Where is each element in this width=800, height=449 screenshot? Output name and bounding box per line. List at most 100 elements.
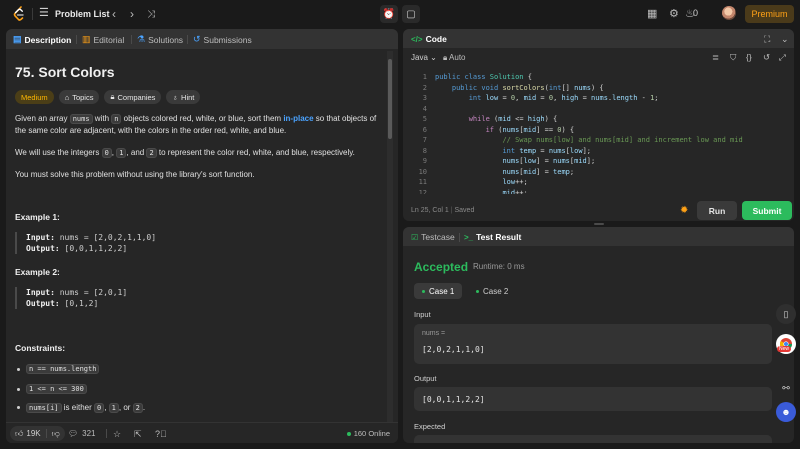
companies-tag[interactable]: 🔒︎ Companies	[104, 90, 162, 104]
code-line: low++;	[502, 178, 528, 186]
topics-tag[interactable]: ⌂ Topics	[58, 90, 100, 104]
note-icon[interactable]: ▢	[402, 5, 420, 23]
line-number: 4	[422, 104, 427, 113]
expand-icon[interactable]: ⤢	[779, 52, 786, 63]
comment-icon: 💬︎	[68, 429, 79, 438]
run-button[interactable]: Run	[697, 201, 737, 220]
runtime: Runtime: 0 ms	[473, 262, 525, 271]
nav-divider	[32, 8, 33, 20]
description-tabs: ▤ Description ▥ Editorial ⚗ Solutions ↺ …	[6, 29, 398, 49]
tab-editorial[interactable]: ▥ Editorial	[82, 34, 124, 45]
dislike-button[interactable]: 👎︎	[47, 429, 65, 439]
next-problem-icon[interactable]: ›	[130, 7, 134, 21]
line-number: 8	[422, 146, 427, 155]
language-select[interactable]: Java ⌄	[411, 53, 437, 62]
comments-button[interactable]: 💬︎ 321	[68, 429, 96, 438]
editor-status: Ln 25, Col 1 | Saved	[411, 207, 475, 214]
tab-test-result[interactable]: >_ Test Result	[464, 232, 521, 242]
tab-divider	[131, 35, 132, 44]
description-scrollbar[interactable]	[387, 51, 393, 443]
history-icon: ↺	[193, 34, 201, 44]
terminal-icon: >_	[464, 232, 474, 242]
submit-button[interactable]: Submit	[742, 201, 792, 220]
description-paragraph-1: Given an array nums with n objects color…	[15, 114, 377, 135]
side-panel-icon[interactable]: ▯	[776, 304, 796, 324]
list-icon[interactable]: ☰	[39, 8, 50, 19]
fullscreen-icon[interactable]: ⛶	[764, 34, 770, 45]
description-panel: ▤ Description ▥ Editorial ⚗ Solutions ↺ …	[6, 29, 398, 443]
grid-layout-icon[interactable]: ▦	[647, 8, 657, 20]
code-line: public void sortColors(int[] nums) {	[451, 83, 604, 92]
code-line: nums[low] = nums[mid];	[502, 157, 596, 165]
settings-gear-icon[interactable]: ⚙	[669, 8, 679, 20]
scrollbar-thumb[interactable]	[388, 59, 392, 139]
star-icon[interactable]: ☆	[113, 429, 121, 440]
document-icon: ▤	[13, 34, 22, 44]
like-dislike-group: 👍︎ 19K 👎︎	[10, 426, 65, 441]
streak-count: 0	[693, 8, 699, 18]
tab-submissions[interactable]: ↺ Submissions	[193, 34, 252, 45]
flask-icon: ⚗	[137, 34, 146, 44]
input-value: [2,0,2,1,1,0]	[422, 345, 485, 354]
problem-list-link[interactable]: Problem List	[55, 9, 110, 19]
footer-divider	[106, 429, 107, 438]
case-2-tab[interactable]: Case 2	[468, 283, 516, 299]
prev-problem-icon[interactable]: ‹	[112, 7, 116, 21]
code-line: mid++;	[502, 188, 528, 194]
constraint-item: 1 <= n <= 300	[17, 384, 87, 394]
input-box: nums = [2,0,2,1,1,0]	[414, 324, 772, 364]
line-number: 2	[422, 83, 427, 92]
lightbulb-icon: ♁	[172, 92, 179, 102]
tab-description[interactable]: ▤ Description	[13, 34, 71, 45]
online-count: 160 Online	[346, 429, 390, 438]
description-paragraph-2: We will use the integers 0, 1, and 2 to …	[15, 148, 355, 158]
tab-solutions[interactable]: ⚗ Solutions	[137, 34, 183, 45]
pass-dot	[476, 289, 479, 293]
tag-icon: ⌂	[64, 92, 70, 102]
premium-button[interactable]: Premium	[745, 5, 794, 23]
share-icon[interactable]: ⇱	[134, 429, 142, 440]
bullet-dot	[17, 387, 20, 391]
hint-tag[interactable]: ♁ Hint	[166, 90, 201, 104]
example-1-block: Input: nums = [2,0,2,1,1,0] Output: [0,0…	[15, 232, 156, 254]
assistant-bot-icon[interactable]: ☻	[776, 402, 796, 422]
debug-icon[interactable]: ✹	[680, 205, 688, 216]
result-status: Accepted	[414, 260, 469, 274]
code-line: while (mid <= high) {	[468, 115, 558, 123]
in-place-link[interactable]: in-place	[283, 114, 313, 123]
panel-resize-handle[interactable]	[594, 223, 604, 225]
constraint-item: n == nums.length	[17, 364, 100, 374]
code-header: </> Code ⛶ ⌄	[403, 29, 794, 48]
code-editor[interactable]: 1 2 3 4 5 6 7 8 9 10 11 12 public class …	[403, 69, 794, 194]
output-label: Output	[414, 374, 437, 383]
top-nav: ☰ Problem List ‹ › ⤨ ⏰ ▢ ▦ ⚙ ♨ 0 Premium	[0, 0, 800, 28]
expected-box	[414, 435, 772, 443]
case-1-tab[interactable]: Case 1	[414, 283, 463, 299]
constraint-item: nums[i] is either 0, 1, or 2.	[17, 403, 145, 413]
line-number: 1	[422, 73, 427, 81]
auto-toggle[interactable]: 🔒︎ Auto	[443, 53, 466, 63]
reset-icon[interactable]: ↺	[763, 52, 770, 63]
online-dot	[346, 431, 351, 436]
link-icon[interactable]: ⚯	[776, 378, 796, 398]
line-number: 6	[422, 125, 427, 134]
tab-testcase[interactable]: ☑ Testcase	[411, 232, 455, 242]
like-button[interactable]: 👍︎ 19K	[10, 429, 46, 439]
leetcode-logo-icon[interactable]	[12, 6, 26, 22]
format-icon[interactable]: ≣	[712, 52, 719, 63]
tab-divider	[76, 35, 77, 44]
collapse-icon[interactable]: ⌄	[781, 34, 789, 45]
input-label: Input	[414, 310, 431, 319]
bookmark-icon[interactable]: ⛉	[730, 52, 736, 63]
help-icon[interactable]: ?⃝	[155, 429, 167, 439]
pass-dot	[422, 289, 425, 293]
code-panel: </> Code ⛶ ⌄ Java ⌄ 🔒︎ Auto ≣ ⛉ {} ↺ ⤢ 1 …	[403, 29, 794, 221]
example-2-block: Input: nums = [2,0,1] Output: [0,1,2]	[15, 287, 127, 309]
tab-divider	[187, 35, 188, 44]
timer-icon[interactable]: ⏰	[380, 5, 398, 23]
braces-icon[interactable]: {}	[746, 52, 752, 62]
result-tabs: ☑ Testcase >_ Test Result	[403, 227, 794, 246]
user-avatar[interactable]	[722, 6, 736, 20]
shuffle-icon[interactable]: ⤨	[147, 8, 155, 22]
code-toolbar: Java ⌄ 🔒︎ Auto ≣ ⛉ {} ↺ ⤢	[403, 50, 794, 66]
